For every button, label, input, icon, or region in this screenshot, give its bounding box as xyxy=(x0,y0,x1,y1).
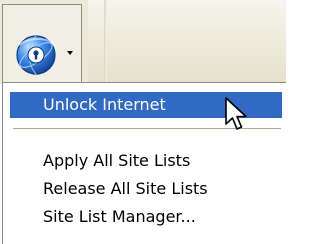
toolbar xyxy=(0,0,286,84)
dropdown-arrow-icon[interactable] xyxy=(67,51,73,55)
internet-lock-button[interactable] xyxy=(2,4,82,82)
toolbar-divider xyxy=(104,0,107,84)
menu-item-release-all-site-lists[interactable]: Release All Site Lists xyxy=(10,176,282,202)
globe-lock-icon xyxy=(16,35,56,75)
menu-item-apply-all-site-lists[interactable]: Apply All Site Lists xyxy=(10,148,282,174)
menu-item-site-list-manager[interactable]: Site List Manager... xyxy=(10,204,282,230)
toolbar-background xyxy=(88,0,286,84)
arrow-cursor-icon xyxy=(225,97,247,130)
